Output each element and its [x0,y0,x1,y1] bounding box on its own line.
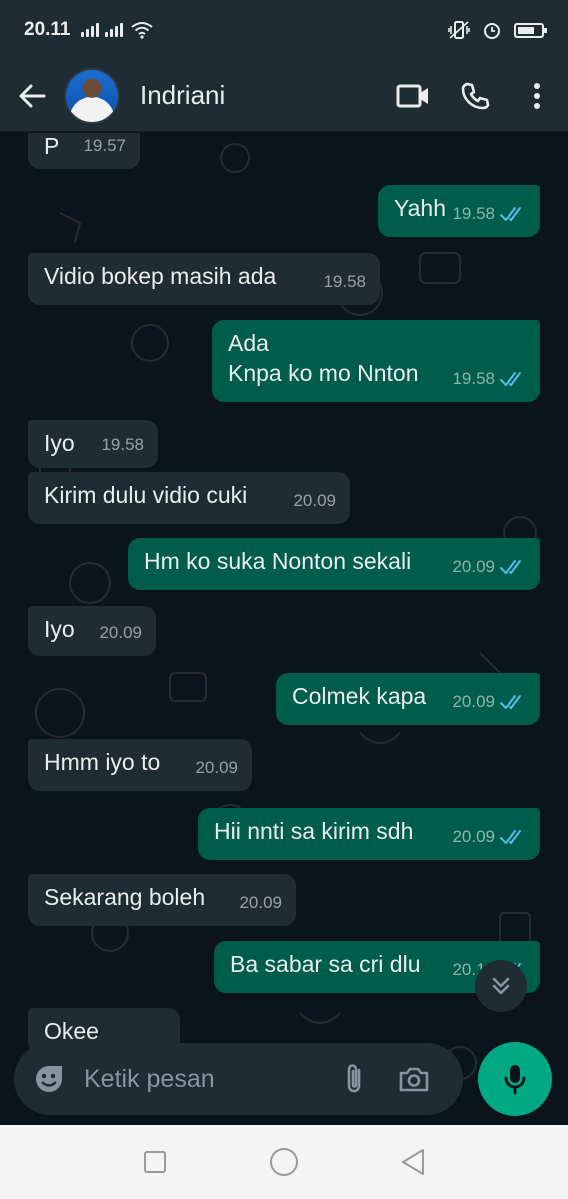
voice-message-button[interactable] [478,1042,552,1116]
outgoing-message[interactable]: Yahh 19.58 [378,185,540,237]
message-text: Sekarang boleh [44,884,206,910]
voice-call-button[interactable] [444,60,506,132]
signal-icon [80,23,99,37]
message-text: Vidio bokep masih ada [44,263,277,289]
chat-area[interactable]: P 19.57 Yahh 19.58 Vidio bokep masih ada 19.5… [0,133,568,1125]
video-call-button[interactable] [382,60,444,132]
video-call-icon [396,84,428,107]
message-meta: 19.58 [101,430,144,460]
message-meta: 20.09 [239,888,282,918]
message-meta: 19.57 [83,133,126,161]
camera-icon [399,1067,429,1092]
message-meta: 19.58 [323,267,366,297]
incoming-message[interactable]: Iyo 19.58 [28,420,158,468]
incoming-message[interactable]: P 19.57 [28,133,140,169]
message-text: Colmek kapa [292,683,427,709]
incoming-message[interactable]: Iyo 20.09 [28,606,156,656]
message-time: 20.09 [293,491,336,510]
message-meta: 20.09 [452,552,526,582]
back-nav-button[interactable] [383,1132,443,1192]
message-meta: 19.58 [452,199,526,229]
emoji-button[interactable] [14,1043,84,1115]
message-time: 20.09 [452,692,495,711]
phone-icon [461,82,490,109]
outgoing-message[interactable]: Colmek kapa 20.09 [276,673,540,725]
avatar[interactable] [64,67,120,124]
message-text: Iyo [44,616,75,642]
read-ticks-icon [500,830,521,844]
signal-icon-2 [104,23,123,37]
more-vert-icon [534,82,540,109]
message-text: P [44,133,60,159]
status-bar: 20.11 [0,0,568,60]
microphone-icon [504,1065,526,1095]
double-chevron-down-icon [492,977,510,995]
square-icon [143,1151,166,1173]
message-time: 19.58 [323,272,366,291]
incoming-message[interactable]: Sekarang boleh 20.09 [28,874,296,926]
incoming-message[interactable]: Vidio bokep masih ada 19.58 [28,253,380,305]
incoming-message[interactable]: Hmm iyo to 20.09 [28,739,252,791]
message-meta: 20.09 [452,687,526,717]
message-text: Hmm iyo to [44,749,161,775]
message-time: 20.09 [239,893,282,912]
message-time: 20.09 [99,623,142,642]
recents-button[interactable] [125,1132,185,1192]
triangle-back-icon [402,1149,425,1175]
read-ticks-icon [500,372,521,386]
paperclip-icon [347,1064,361,1093]
more-options-button[interactable] [506,60,568,132]
circle-icon [269,1148,298,1176]
system-nav-bar [0,1125,568,1199]
chat-header: Indriani [0,60,568,132]
message-text: Yahh [394,195,447,221]
message-text: Okee [44,1018,99,1044]
message-time: 20.09 [452,827,495,846]
message-meta: 20.09 [195,753,238,783]
outgoing-message[interactable]: Hm ko suka Nonton sekali 20.09 [128,538,540,590]
attach-button[interactable] [324,1043,384,1115]
message-text: Hii nnti sa kirim sdh [214,818,414,844]
message-meta: 20.09 [293,486,336,516]
message-text: Hm ko suka Nonton sekali [144,548,412,574]
message-time: 19.58 [101,435,144,454]
message-text: Ada [228,330,269,356]
message-meta: 20.09 [452,822,526,852]
message-time: 20.09 [195,758,238,777]
message-input[interactable] [84,1064,324,1094]
message-time: 19.58 [452,369,495,388]
home-button[interactable] [254,1132,314,1192]
outgoing-message[interactable]: Ada Knpa ko mo Nnton 19.58 [212,320,540,402]
status-time: 20.11 [24,19,71,40]
message-time: 19.58 [452,204,495,223]
arrow-left-icon [19,84,46,107]
outgoing-message[interactable]: Hii nnti sa kirim sdh 20.09 [198,808,540,860]
read-ticks-icon [500,560,521,574]
message-text: Kirim dulu vidio cuki [44,482,248,508]
battery-icon [514,22,547,38]
incoming-message[interactable]: Kirim dulu vidio cuki 20.09 [28,472,350,524]
message-time: 20.09 [452,557,495,576]
read-ticks-icon [500,695,521,709]
message-text: Iyo [44,430,75,456]
message-text: Ba sabar sa cri dlu [230,951,421,977]
message-composer [14,1043,463,1115]
alarm-icon [484,23,500,39]
back-button[interactable] [0,60,64,132]
read-ticks-icon [500,207,521,221]
camera-button[interactable] [384,1043,444,1115]
message-meta: 19.58 [452,364,526,394]
message-time: 19.57 [83,136,126,155]
wifi-icon [130,22,153,39]
message-meta: 20.09 [99,618,142,648]
contact-name[interactable]: Indriani [140,80,225,111]
emoji-icon [36,1066,62,1092]
scroll-to-bottom-button[interactable] [475,960,527,1012]
vibrate-icon [448,21,470,39]
